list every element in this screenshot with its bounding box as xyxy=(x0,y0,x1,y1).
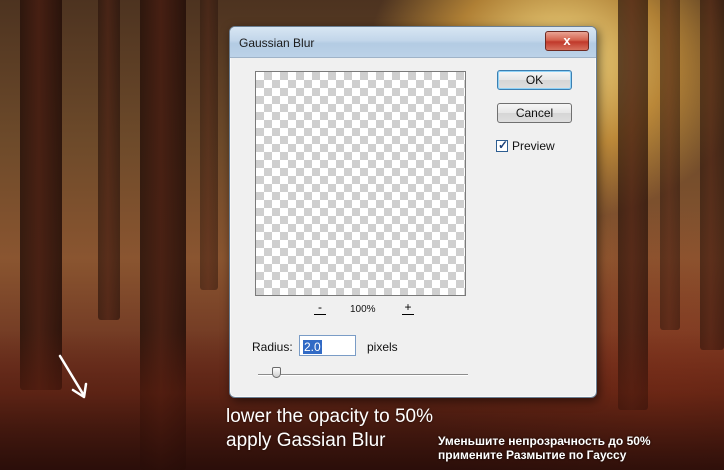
radius-slider-thumb[interactable] xyxy=(272,367,282,378)
radius-unit-label: pixels xyxy=(367,340,398,354)
caption-en-line1: lower the opacity to 50% xyxy=(226,406,434,427)
zoom-in-button[interactable]: + xyxy=(402,300,414,315)
close-icon: x xyxy=(563,33,571,48)
preview-checkbox[interactable]: ✓ xyxy=(496,138,509,152)
zoom-out-icon: - xyxy=(318,300,322,314)
caption-ru-line1: Уменьшите непрозрачность до 50% xyxy=(438,434,651,448)
preview-canvas[interactable] xyxy=(255,71,466,296)
radius-input[interactable]: 2.0 xyxy=(299,335,356,356)
cancel-button[interactable]: Cancel xyxy=(497,103,572,123)
arrow-icon xyxy=(58,354,88,399)
preview-label[interactable]: Preview xyxy=(512,139,555,153)
caption-ru-line2: примените Размытие по Гауссу xyxy=(438,448,627,462)
ok-button[interactable]: OK xyxy=(497,70,572,90)
zoom-in-icon: + xyxy=(404,300,412,314)
dialog-titlebar[interactable]: Gaussian Blur x xyxy=(230,27,596,58)
dialog-title: Gaussian Blur xyxy=(239,36,315,50)
tree-trunk xyxy=(700,0,724,350)
radius-slider-track[interactable] xyxy=(258,374,468,376)
tree-trunk xyxy=(98,0,120,320)
checkmark-icon: ✓ xyxy=(498,138,509,152)
radius-value: 2.0 xyxy=(303,340,322,354)
tree-trunk xyxy=(200,0,218,290)
caption-en-line2: apply Gassian Blur xyxy=(226,430,386,451)
close-button[interactable]: x xyxy=(545,31,589,51)
tree-trunk xyxy=(660,0,680,330)
gaussian-blur-dialog: Gaussian Blur x - 100% + OK Cancel ✓ Pre… xyxy=(229,26,597,398)
radius-label: Radius: xyxy=(252,340,293,354)
zoom-out-button[interactable]: - xyxy=(314,300,326,315)
zoom-level: 100% xyxy=(350,304,376,315)
